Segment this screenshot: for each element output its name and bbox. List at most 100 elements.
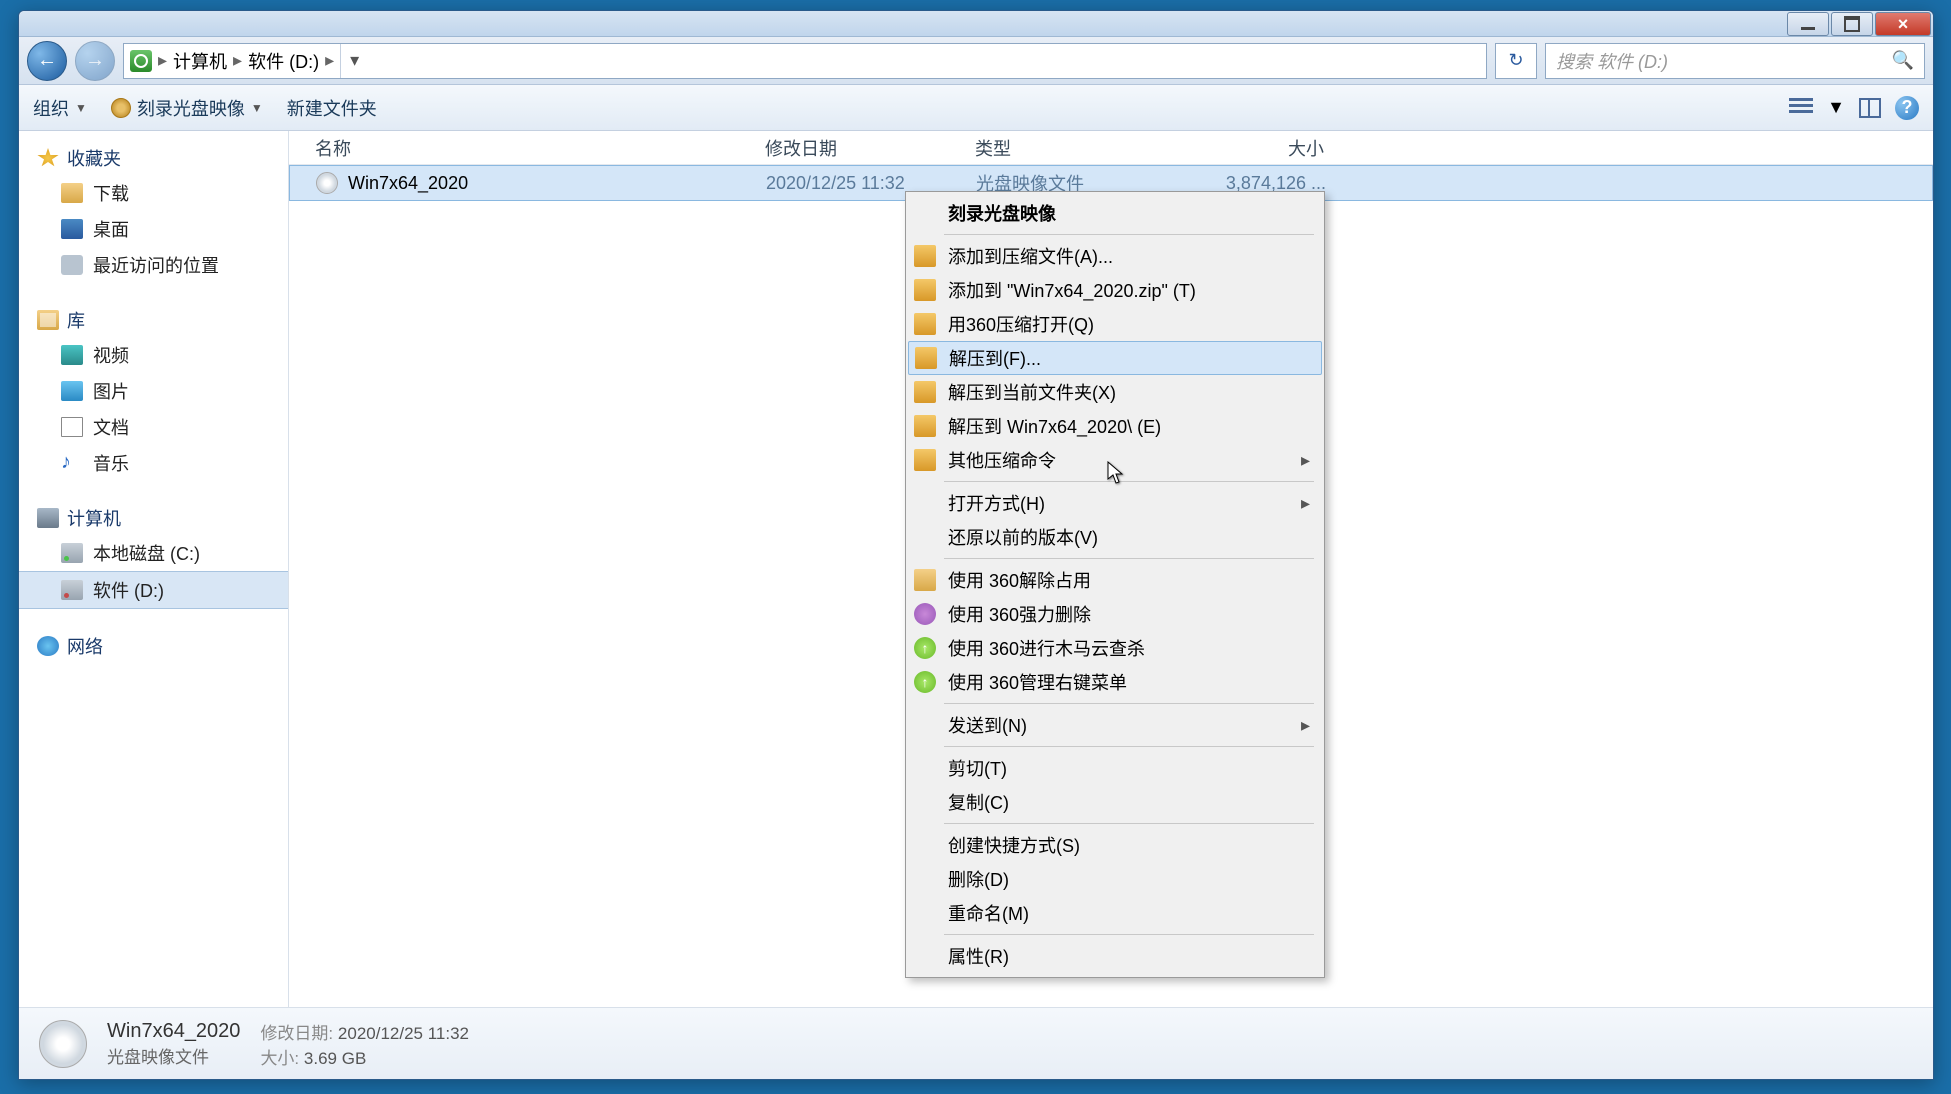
computer-icon [37,508,59,528]
content-area: 名称 修改日期 类型 大小 Win7x64_2020 2020/12/25 11… [289,131,1933,1007]
view-button[interactable] [1789,98,1813,118]
breadcrumb-computer[interactable]: 计算机 [173,48,227,74]
ctx-delete[interactable]: 删除(D) [908,862,1322,896]
close-button[interactable]: × [1875,12,1931,36]
sidebar-item-documents[interactable]: 文档 [19,409,288,445]
address-dropdown[interactable]: ▾ [340,44,368,78]
chevron-down-icon: ▼ [251,101,263,115]
archive-icon [914,245,936,267]
ctx-extract-named[interactable]: 解压到 Win7x64_2020\ (E) [908,409,1322,443]
ctx-360-unlock[interactable]: 使用 360解除占用 [908,563,1322,597]
ctx-restore-prev[interactable]: 还原以前的版本(V) [908,520,1322,554]
ctx-shortcut[interactable]: 创建快捷方式(S) [908,828,1322,862]
sidebar-computer[interactable]: 计算机 [19,501,288,535]
preview-pane-button[interactable] [1859,98,1881,118]
chevron-down-icon[interactable]: ▼ [1827,97,1845,118]
archive-icon [914,381,936,403]
sidebar-item-pictures[interactable]: 图片 [19,373,288,409]
ctx-360-manage[interactable]: 使用 360管理右键菜单 [908,665,1322,699]
folder-icon [914,569,936,591]
details-pane: Win7x64_2020 光盘映像文件 修改日期: 2020/12/25 11:… [19,1007,1933,1079]
downloads-icon [61,183,83,203]
search-placeholder: 搜索 软件 (D:) [1556,48,1668,74]
minimize-button[interactable] [1787,12,1829,36]
ctx-360-scan[interactable]: 使用 360进行木马云查杀 [908,631,1322,665]
ctx-extract-here[interactable]: 解压到当前文件夹(X) [908,375,1322,409]
breadcrumb-drive[interactable]: 软件 (D:) [248,48,319,74]
drive-icon [130,50,152,72]
music-icon: ♪ [61,453,83,473]
ctx-add-archive[interactable]: 添加到压缩文件(A)... [908,239,1322,273]
details-type: 光盘映像文件 [107,1043,240,1068]
ctx-cut[interactable]: 剪切(T) [908,751,1322,785]
details-date-label: 修改日期: [260,1024,333,1043]
sidebar-item-music[interactable]: ♪音乐 [19,445,288,481]
file-name: Win7x64_2020 [348,173,468,194]
sidebar: 收藏夹 下载 桌面 最近访问的位置 库 视频 图片 文档 ♪音乐 计算机 本地磁… [19,131,289,1007]
details-size: 3.69 GB [304,1049,366,1068]
picture-icon [61,381,83,401]
column-name[interactable]: 名称 [305,135,755,161]
back-button[interactable]: ← [27,41,67,81]
ctx-open-360zip[interactable]: 用360压缩打开(Q) [908,307,1322,341]
ctx-properties[interactable]: 属性(R) [908,939,1322,973]
titlebar: × [19,11,1933,37]
sidebar-item-drive-d[interactable]: 软件 (D:) [19,571,288,609]
forward-button[interactable]: → [75,41,115,81]
chevron-right-icon: ▸ [1301,493,1310,514]
recent-icon [61,255,83,275]
sidebar-network[interactable]: 网络 [19,629,288,663]
ctx-360-forcedel[interactable]: 使用 360强力删除 [908,597,1322,631]
ctx-copy[interactable]: 复制(C) [908,785,1322,819]
scan-icon [914,671,936,693]
chevron-right-icon: ▸ [233,50,242,71]
help-button[interactable]: ? [1895,96,1919,120]
column-headers: 名称 修改日期 类型 大小 [289,131,1933,165]
explorer-window: × ← → ▸ 计算机 ▸ 软件 (D:) ▸ ▾ ↻ 搜索 软件 (D:) 🔍… [18,10,1934,1080]
sidebar-item-recent[interactable]: 最近访问的位置 [19,247,288,283]
context-menu: 刻录光盘映像 添加到压缩文件(A)... 添加到 "Win7x64_2020.z… [905,191,1325,978]
network-icon [37,636,59,656]
burn-button[interactable]: 刻录光盘映像▼ [111,95,263,121]
library-icon [37,310,59,330]
chevron-right-icon: ▸ [1301,715,1310,736]
search-icon: 🔍 [1892,50,1914,71]
sidebar-item-downloads[interactable]: 下载 [19,175,288,211]
column-date[interactable]: 修改日期 [755,135,965,161]
sidebar-item-videos[interactable]: 视频 [19,337,288,373]
archive-icon [915,347,937,369]
ctx-other-zip[interactable]: 其他压缩命令▸ [908,443,1322,477]
search-input[interactable]: 搜索 软件 (D:) 🔍 [1545,43,1925,79]
column-type[interactable]: 类型 [965,135,1165,161]
organize-button[interactable]: 组织▼ [33,95,87,121]
ctx-extract-to[interactable]: 解压到(F)... [908,341,1322,375]
ctx-add-zip[interactable]: 添加到 "Win7x64_2020.zip" (T) [908,273,1322,307]
refresh-button[interactable]: ↻ [1495,43,1537,79]
sidebar-item-desktop[interactable]: 桌面 [19,211,288,247]
iso-icon [316,172,338,194]
scan-icon [914,637,936,659]
drive-icon [61,580,83,600]
navbar: ← → ▸ 计算机 ▸ 软件 (D:) ▸ ▾ ↻ 搜索 软件 (D:) 🔍 [19,37,1933,85]
archive-icon [914,313,936,335]
sidebar-libraries[interactable]: 库 [19,303,288,337]
address-bar[interactable]: ▸ 计算机 ▸ 软件 (D:) ▸ ▾ [123,43,1487,79]
chevron-right-icon: ▸ [325,50,334,71]
maximize-button[interactable] [1831,12,1873,36]
ctx-rename[interactable]: 重命名(M) [908,896,1322,930]
details-date: 2020/12/25 11:32 [338,1024,469,1043]
sidebar-item-drive-c[interactable]: 本地磁盘 (C:) [19,535,288,571]
details-name: Win7x64_2020 [107,1020,240,1043]
ctx-open-with[interactable]: 打开方式(H)▸ [908,486,1322,520]
archive-icon [914,279,936,301]
document-icon [61,417,83,437]
star-icon [37,148,59,168]
ctx-burn[interactable]: 刻录光盘映像 [908,196,1322,230]
chevron-down-icon: ▼ [75,101,87,115]
sidebar-favorites[interactable]: 收藏夹 [19,141,288,175]
newfolder-button[interactable]: 新建文件夹 [287,95,377,121]
ctx-send-to[interactable]: 发送到(N)▸ [908,708,1322,742]
desktop-icon [61,219,83,239]
column-size[interactable]: 大小 [1165,135,1335,161]
toolbar: 组织▼ 刻录光盘映像▼ 新建文件夹 ▼ ? [19,85,1933,131]
